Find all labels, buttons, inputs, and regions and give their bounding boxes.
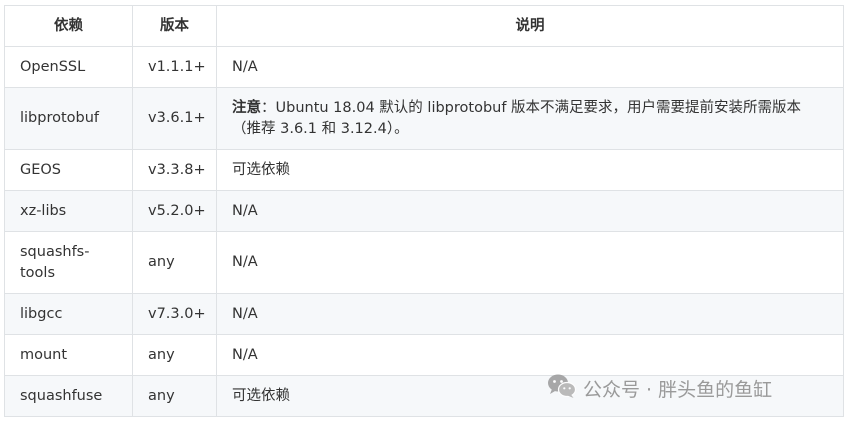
cell-version: any bbox=[132, 231, 217, 294]
cell-dependency: OpenSSL bbox=[4, 46, 133, 88]
cell-version: v3.3.8+ bbox=[132, 149, 217, 191]
note-emphasis: 注意 bbox=[232, 99, 261, 116]
cell-version: any bbox=[132, 375, 217, 417]
cell-dependency: GEOS bbox=[4, 149, 133, 191]
cell-dependency: xz-libs bbox=[4, 190, 133, 232]
watermark-text: 公众号 · 胖头鱼的鱼缸 bbox=[583, 379, 773, 401]
cell-description: 可选依赖 bbox=[216, 149, 844, 191]
watermark: 公众号 · 胖头鱼的鱼缸 bbox=[547, 373, 772, 404]
table-row: libprotobuf v3.6.1+ 注意：Ubuntu 18.04 默认的 … bbox=[4, 87, 844, 150]
header-dependency: 依赖 bbox=[4, 5, 133, 47]
note-text: ：Ubuntu 18.04 默认的 libprotobuf 版本不满足要求，用户… bbox=[232, 99, 802, 137]
dependency-table: 依赖 版本 说明 OpenSSL v1.1.1+ N/A libprotobuf… bbox=[4, 5, 844, 417]
cell-version: v3.6.1+ bbox=[132, 87, 217, 150]
cell-version: v7.3.0+ bbox=[132, 293, 217, 335]
table-row: libgcc v7.3.0+ N/A bbox=[4, 293, 844, 335]
cell-description: 注意：Ubuntu 18.04 默认的 libprotobuf 版本不满足要求，… bbox=[216, 87, 844, 150]
cell-version: v5.2.0+ bbox=[132, 190, 217, 232]
cell-dependency: libprotobuf bbox=[4, 87, 133, 150]
wechat-icon bbox=[547, 373, 577, 404]
header-description: 说明 bbox=[216, 5, 844, 47]
table-header-row: 依赖 版本 说明 bbox=[4, 5, 844, 47]
table-row: GEOS v3.3.8+ 可选依赖 bbox=[4, 149, 844, 191]
cell-description: N/A bbox=[216, 334, 844, 376]
table-row: xz-libs v5.2.0+ N/A bbox=[4, 190, 844, 232]
cell-dependency: squashfuse bbox=[4, 375, 133, 417]
header-version: 版本 bbox=[132, 5, 217, 47]
cell-description: N/A bbox=[216, 231, 844, 294]
cell-version: any bbox=[132, 334, 217, 376]
cell-version: v1.1.1+ bbox=[132, 46, 217, 88]
table-row: mount any N/A bbox=[4, 334, 844, 376]
table-row: squashfs-tools any N/A bbox=[4, 231, 844, 294]
cell-dependency: libgcc bbox=[4, 293, 133, 335]
table-row: OpenSSL v1.1.1+ N/A bbox=[4, 46, 844, 88]
cell-description: N/A bbox=[216, 293, 844, 335]
cell-description: N/A bbox=[216, 46, 844, 88]
cell-dependency: squashfs-tools bbox=[4, 231, 133, 294]
cell-dependency: mount bbox=[4, 334, 133, 376]
cell-description: N/A bbox=[216, 190, 844, 232]
